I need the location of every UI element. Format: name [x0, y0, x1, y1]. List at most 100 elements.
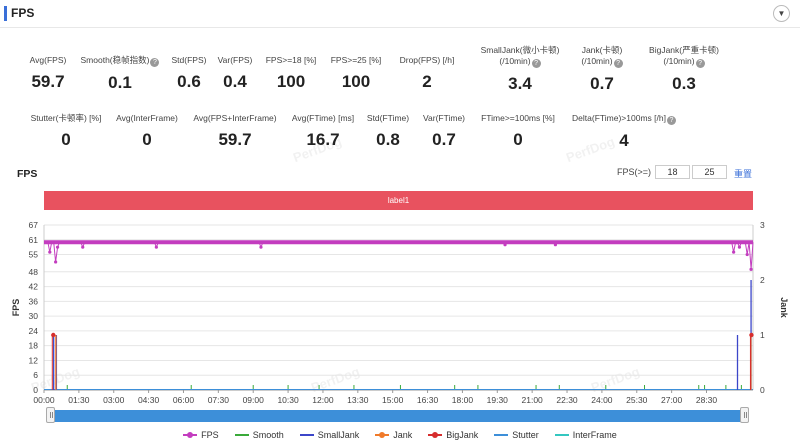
reset-link[interactable]: 重置: [734, 167, 752, 180]
legend-label: Jank: [393, 430, 413, 440]
stat-label: FTime>=100ms [%]: [481, 113, 555, 123]
help-icon[interactable]: ?: [695, 59, 705, 68]
chart-legend: FPS Smooth SmallJank Jank BigJank Stutte…: [0, 428, 800, 442]
fps-dip-point: [737, 245, 742, 249]
stat-label: SmallJank(微小卡顿): [480, 45, 560, 55]
stat-std-ftime: Std(FTime) 0.8: [362, 113, 414, 150]
stat-label: Avg(InterFrame): [116, 113, 178, 123]
scroll-handle-left[interactable]: [46, 407, 55, 423]
stat-value: 0.7: [590, 74, 614, 93]
time-range-scrollbar[interactable]: [50, 410, 745, 422]
stat-avg-ftime: Avg(FTime) [ms] 16.7: [286, 113, 360, 150]
x-tick-label: 28:30: [696, 395, 718, 405]
stat-label: FPS>=18 [%]: [265, 55, 317, 65]
x-tick-label: 03:00: [103, 395, 125, 405]
stat-label: Stutter(卡顿率) [%]: [30, 113, 102, 123]
stat-smooth: Smooth(稳帧指数)? 0.1: [74, 55, 166, 93]
threshold-label: FPS(>=): [617, 167, 652, 177]
legend-item-stutter[interactable]: Stutter: [494, 428, 539, 442]
y-tick-label: 61: [29, 235, 39, 245]
y-tick-label: 36: [29, 296, 39, 306]
stat-drop-fps: Drop(FPS) [/h] 2: [394, 55, 460, 92]
legend-label: SmallJank: [317, 430, 360, 440]
stat-label: Var(FPS): [217, 55, 253, 65]
bigjank-point: [51, 332, 56, 338]
stat-label-unit: (/10min): [499, 56, 531, 66]
stat-value: 0.4: [223, 72, 247, 91]
fps-dip-point: [54, 260, 58, 264]
stat-label: Smooth(稳帧指数): [80, 55, 150, 65]
y-tick-label: 6: [33, 370, 38, 380]
stat-label: Drop(FPS) [/h]: [399, 55, 455, 65]
stat-value: 59.7: [218, 130, 252, 149]
stat-value: 0.7: [432, 130, 456, 149]
fps-chart[interactable]: 0612182430364248556167012300:00 01:30 03:0…: [0, 212, 800, 422]
x-tick-label: 04:30: [138, 395, 160, 405]
fps-dip-point: [55, 245, 60, 249]
legend-item-bigjank[interactable]: BigJank: [428, 428, 478, 442]
stat-label: Std(FTime): [366, 113, 410, 123]
scroll-handle-right[interactable]: [740, 407, 749, 423]
fps-dip-point: [48, 250, 52, 254]
help-icon[interactable]: ?: [666, 116, 676, 125]
chart-title: FPS: [17, 168, 38, 180]
y2-tick-label: 0: [760, 385, 765, 395]
chevron-down-icon[interactable]: ▼: [773, 5, 790, 22]
x-tick-label: 21:00: [522, 395, 544, 405]
stat-value: 100: [276, 72, 306, 91]
stat-value: 2: [422, 72, 432, 91]
y-tick-label: 18: [29, 341, 39, 351]
x-tick-label: 07:30: [208, 395, 230, 405]
help-icon[interactable]: ?: [150, 58, 160, 67]
stat-value: 0.3: [672, 74, 696, 93]
threshold1-input[interactable]: [655, 165, 690, 179]
legend-swatch: [299, 434, 314, 436]
fps-dip-point: [732, 250, 736, 254]
x-tick-label: 13:30: [347, 395, 369, 405]
x-tick-label: 09:00: [243, 395, 265, 405]
stat-label: Var(FTime): [422, 113, 466, 123]
y-tick-label: 55: [29, 250, 39, 260]
legend-item-jank[interactable]: Jank: [375, 428, 412, 442]
legend-item-smalljank[interactable]: SmallJank: [299, 428, 360, 442]
legend-label: InterFrame: [572, 430, 617, 440]
stat-value: 0: [61, 130, 71, 149]
stat-value: 0: [142, 130, 152, 149]
stat-label: Avg(FPS): [29, 55, 67, 65]
legend-swatch: [375, 432, 390, 438]
threshold2-input[interactable]: [692, 165, 727, 179]
fps-dip-point: [553, 243, 558, 247]
stat-std-fps: Std(FPS) 0.6: [166, 55, 212, 92]
stat-jank: Jank(卡顿) (/10min)? 0.7: [568, 45, 636, 94]
legend-item-smooth[interactable]: Smooth: [234, 428, 284, 442]
panel-title: FPS: [11, 6, 35, 20]
stat-avg-fps: Avg(FPS) 59.7: [20, 55, 76, 92]
x-tick-label: 25:30: [626, 395, 648, 405]
legend-swatch: [428, 432, 443, 438]
legend-swatch: [183, 432, 198, 438]
stat-label: FPS>=25 [%]: [330, 55, 382, 65]
help-icon[interactable]: ?: [613, 59, 623, 68]
legend-label: BigJank: [446, 430, 479, 440]
legend-item-interframe[interactable]: InterFrame: [554, 428, 617, 442]
fps-dip-point: [81, 245, 85, 249]
stat-value: 16.7: [306, 130, 340, 149]
stat-label: Std(FPS): [171, 55, 207, 65]
y2-tick-label: 1: [760, 330, 765, 340]
y-tick-label: 24: [29, 326, 39, 336]
label-bar[interactable]: label1: [44, 191, 753, 210]
stat-label: BigJank(严重卡顿): [649, 45, 719, 55]
x-tick-label: 27:00: [661, 395, 683, 405]
help-icon[interactable]: ?: [531, 59, 541, 68]
y-tick-label: 48: [29, 267, 39, 277]
x-tick-label: 06:00: [173, 395, 195, 405]
legend-label: Smooth: [252, 430, 284, 440]
legend-item-fps[interactable]: FPS: [183, 428, 219, 442]
y2-tick-label: 3: [760, 220, 765, 230]
fps-line: [44, 241, 754, 270]
y-tick-label: 42: [29, 282, 39, 292]
stat-ftime-ge-100ms: FTime>=100ms [%] 0: [476, 113, 560, 150]
stat-value: 0.6: [177, 72, 201, 91]
y-tick-label: 12: [29, 355, 39, 365]
stat-var-ftime: Var(FTime) 0.7: [418, 113, 470, 150]
